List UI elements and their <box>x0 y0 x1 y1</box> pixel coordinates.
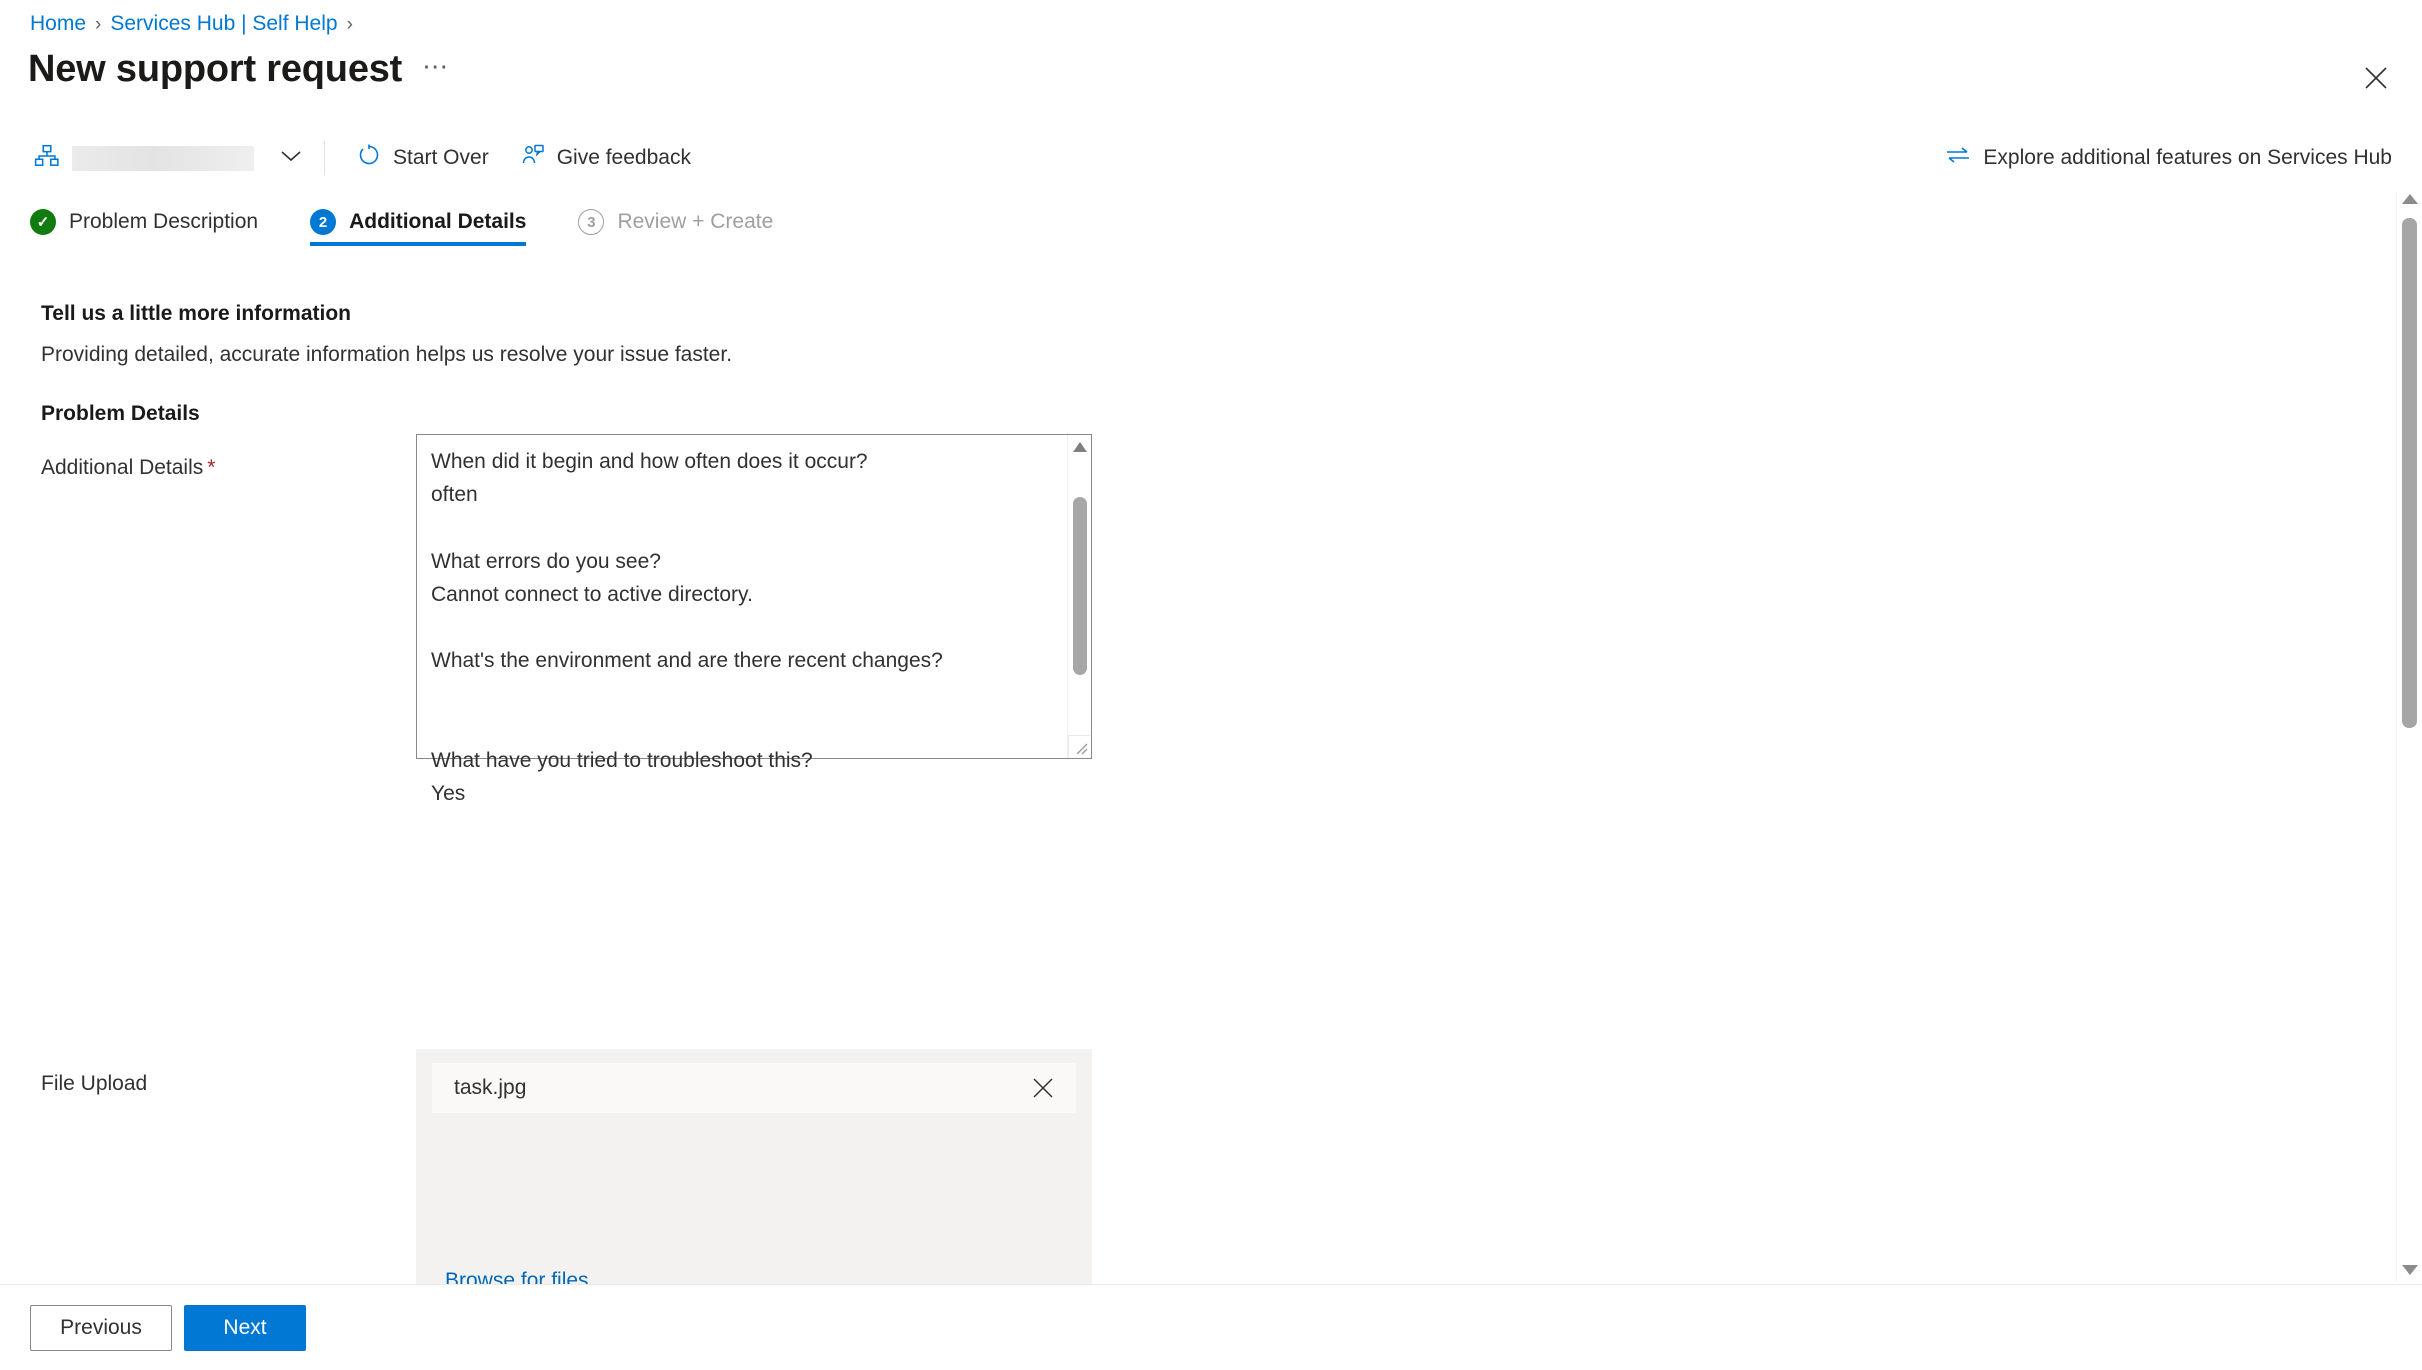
page-scrollbar-track[interactable] <box>2397 210 2422 1264</box>
explore-services-hub-link[interactable]: Explore additional features on Services … <box>1945 130 2392 186</box>
scrollbar-track[interactable] <box>1068 463 1092 730</box>
section-heading: Tell us a little more information <box>41 302 351 325</box>
file-upload-label: File Upload <box>41 1072 148 1095</box>
section-subheading: Providing detailed, accurate information… <box>41 343 733 366</box>
scrollbar-thumb[interactable] <box>1072 497 1087 675</box>
title-row: New support request ⋯ <box>28 48 449 91</box>
breadcrumb-separator-icon: › <box>95 13 102 35</box>
breadcrumb-item-services-hub[interactable]: Services Hub | Self Help <box>110 12 337 36</box>
tab-label: Problem Description <box>69 210 259 233</box>
textarea-scrollbar[interactable] <box>1067 435 1091 758</box>
start-over-button[interactable]: Start Over <box>347 137 499 179</box>
tab-review-create[interactable]: 3 Review + Create <box>578 194 791 250</box>
tab-label: Additional Details <box>349 210 527 233</box>
file-upload-dropzone[interactable]: task.jpg Browse for files <box>416 1049 1092 1319</box>
step-number-badge: 3 <box>578 209 605 235</box>
explore-label: Explore additional features on Services … <box>1983 146 2392 169</box>
additional-details-value: When did it begin and how often does it … <box>431 450 943 805</box>
uploaded-file-row: task.jpg <box>432 1063 1076 1113</box>
tab-problem-description[interactable]: ✓ Problem Description <box>30 194 276 250</box>
scroll-up-arrow-icon[interactable] <box>1072 440 1088 458</box>
textarea-resize-grip[interactable] <box>1068 735 1090 757</box>
breadcrumb-separator-icon: › <box>346 13 353 35</box>
chevron-down-icon[interactable] <box>280 149 302 168</box>
tab-additional-details[interactable]: 2 Additional Details <box>310 194 544 250</box>
remove-file-icon[interactable] <box>1028 1073 1058 1103</box>
form-content: Tell us a little more information Provid… <box>0 252 2392 1363</box>
refresh-icon <box>357 143 381 173</box>
problem-details-heading: Problem Details <box>41 402 200 425</box>
command-bar-divider <box>324 141 325 175</box>
support-request-page: Home › Services Hub | Self Help › New su… <box>0 0 2422 1370</box>
start-over-label: Start Over <box>393 146 489 169</box>
next-button[interactable]: Next <box>184 1305 306 1351</box>
org-hierarchy-icon <box>34 143 60 174</box>
feedback-person-icon <box>521 143 545 173</box>
page-scroll-down-arrow-icon[interactable] <box>2401 1264 2419 1282</box>
scope-selector[interactable] <box>34 143 302 174</box>
previous-button[interactable]: Previous <box>30 1305 172 1351</box>
step-complete-icon: ✓ <box>30 209 56 235</box>
page-scrollbar[interactable] <box>2396 192 2422 1282</box>
page-scroll-up-arrow-icon[interactable] <box>2401 192 2419 210</box>
page-scrollbar-thumb[interactable] <box>2401 218 2417 728</box>
breadcrumb-item-home[interactable]: Home <box>30 12 86 36</box>
tab-label: Review + Create <box>617 210 774 233</box>
additional-details-textarea[interactable]: When did it begin and how often does it … <box>416 434 1092 805</box>
give-feedback-button[interactable]: Give feedback <box>511 137 701 179</box>
breadcrumb: Home › Services Hub | Self Help › <box>30 12 353 36</box>
command-bar: Start Over Give feedback Explore additio… <box>0 130 2422 186</box>
additional-details-label: Additional Details * <box>41 456 216 479</box>
close-icon[interactable] <box>2354 56 2398 100</box>
swap-arrows-icon <box>1945 145 1971 171</box>
wizard-footer: Previous Next <box>0 1284 2422 1370</box>
required-asterisk: * <box>207 456 216 479</box>
page-title: New support request <box>28 48 403 90</box>
step-number-badge: 2 <box>310 209 337 235</box>
wizard-steps: ✓ Problem Description 2 Additional Detai… <box>0 194 2422 250</box>
more-options-button[interactable]: ⋯ <box>422 51 449 91</box>
uploaded-file-name: task.jpg <box>454 1076 527 1099</box>
give-feedback-label: Give feedback <box>556 146 691 169</box>
scope-value-redacted <box>72 145 254 171</box>
